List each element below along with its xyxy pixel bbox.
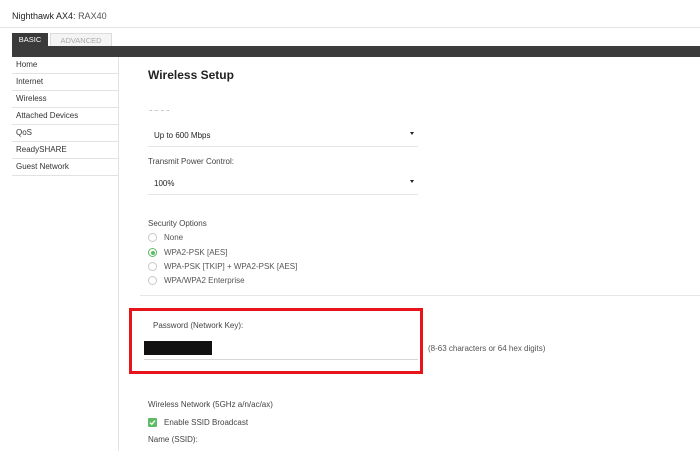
- router-title: Nighthawk AX4: RAX40: [12, 11, 107, 21]
- security-option-label: WPA/WPA2 Enterprise: [164, 276, 245, 285]
- mode-select-value: Up to 600 Mbps: [154, 131, 211, 140]
- sidebar: Home Internet Wireless Attached Devices …: [12, 57, 118, 176]
- radio-unchecked-icon: [148, 262, 157, 271]
- sidebar-item-readyshare[interactable]: ReadySHARE: [12, 142, 118, 159]
- app-name: Nighthawk AX4:: [12, 11, 76, 21]
- sidebar-item-attached-devices[interactable]: Attached Devices: [12, 108, 118, 125]
- tab-bar-divider: [12, 46, 700, 57]
- tx-power-select[interactable]: 100%: [148, 171, 418, 195]
- security-option-label: WPA-PSK [TKIP] + WPA2-PSK [AES]: [164, 262, 298, 271]
- password-hint: (8-63 characters or 64 hex digits): [428, 344, 546, 353]
- sidebar-item-home[interactable]: Home: [12, 57, 118, 74]
- tab-advanced[interactable]: ADVANCED: [50, 33, 112, 46]
- dropdown-arrow-icon: [410, 180, 414, 183]
- sidebar-item-wireless[interactable]: Wireless: [12, 91, 118, 108]
- password-input[interactable]: [144, 340, 418, 360]
- model-name: RAX40: [78, 11, 107, 21]
- security-option-label: None: [164, 233, 184, 242]
- password-label: Password (Network Key):: [153, 321, 244, 330]
- checkmark-icon: [149, 420, 156, 426]
- dropdown-arrow-icon: [410, 132, 414, 135]
- sidebar-item-guest-network[interactable]: Guest Network: [12, 159, 118, 176]
- tx-power-value: 100%: [154, 179, 175, 188]
- ssid-broadcast-label: Enable SSID Broadcast: [164, 418, 249, 427]
- security-options-label: Security Options: [148, 219, 207, 228]
- radio-unchecked-icon: [148, 233, 157, 242]
- header-bar: Nighthawk AX4: RAX40: [0, 0, 700, 28]
- sidebar-item-qos[interactable]: QoS: [12, 125, 118, 142]
- sidebar-item-internet[interactable]: Internet: [12, 74, 118, 91]
- mode-label-cut: ~~~~: [148, 110, 188, 116]
- mode-select[interactable]: Up to 600 Mbps: [148, 123, 418, 147]
- security-option-label: WPA2-PSK [AES]: [164, 248, 228, 257]
- ssid-name-label: Name (SSID):: [148, 435, 198, 444]
- section-divider: [140, 295, 700, 296]
- page-title: Wireless Setup: [148, 68, 234, 82]
- wireless-5g-label: Wireless Network (5GHz a/n/ac/ax): [148, 400, 273, 409]
- ssid-broadcast-checkbox[interactable]: [148, 418, 157, 427]
- radio-checked-icon: [148, 248, 157, 257]
- mode-label-text: ~~~~: [148, 110, 171, 115]
- sidebar-divider: [118, 57, 119, 451]
- tab-basic[interactable]: BASIC: [12, 33, 48, 46]
- radio-unchecked-icon: [148, 276, 157, 285]
- tx-power-label: Transmit Power Control:: [148, 157, 234, 166]
- redacted-password: [144, 341, 212, 355]
